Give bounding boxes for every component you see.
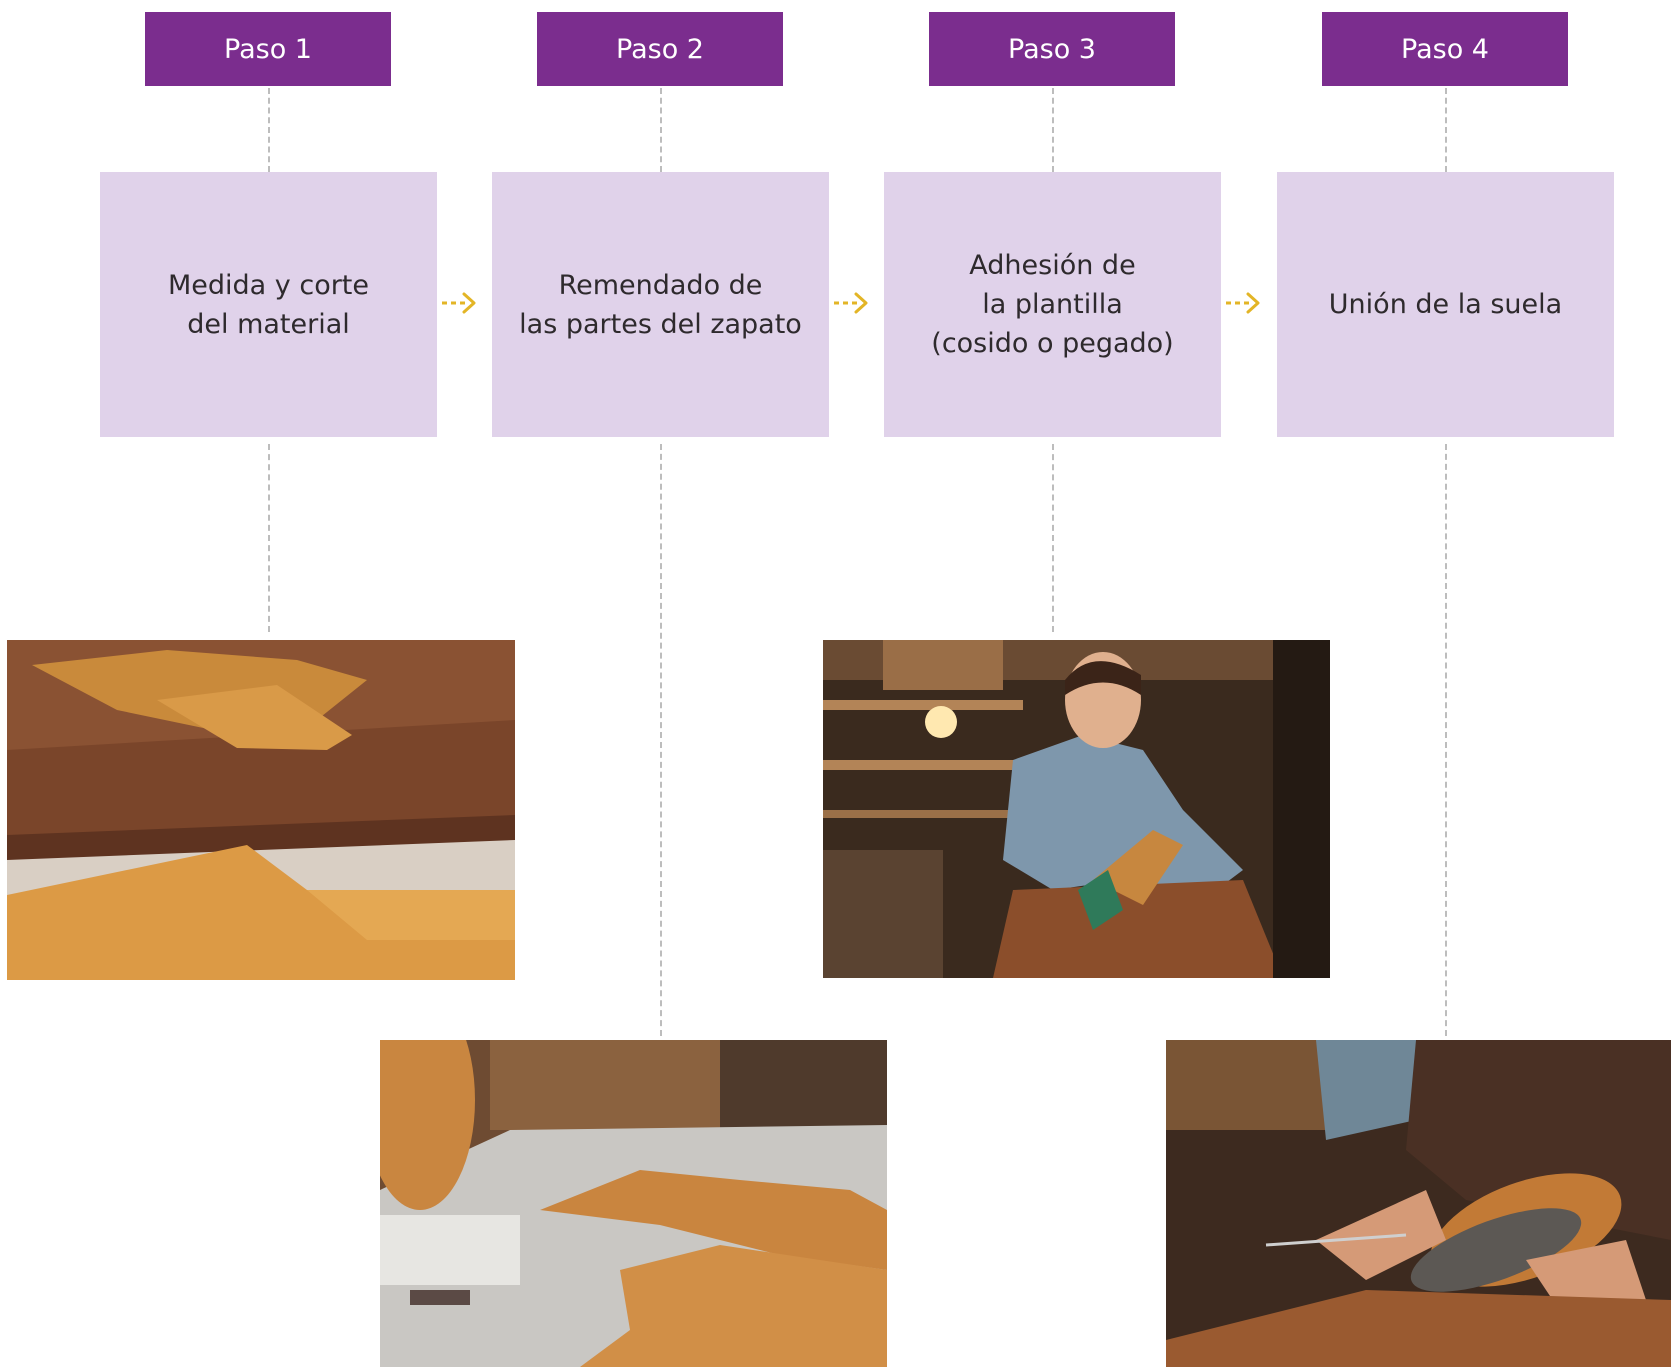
arrow-1-to-2-icon — [442, 292, 476, 314]
step-3-line-1: Adhesión de — [969, 250, 1136, 281]
step-2-line-2: las partes del zapato — [519, 308, 802, 340]
step-4-box: Unión de la suela — [1277, 172, 1614, 437]
step-3-photo — [823, 640, 1330, 978]
connector-header-4 — [1445, 88, 1447, 172]
step-3-line-2: la plantilla — [982, 289, 1123, 320]
step-1-photo — [7, 640, 515, 980]
step-1-header-label: Paso 1 — [224, 33, 312, 65]
step-2-photo — [380, 1040, 887, 1367]
step-3-box: Adhesión de la plantilla (cosido o pegad… — [884, 172, 1221, 437]
connector-header-1 — [268, 88, 270, 172]
connector-photo-4 — [1445, 444, 1447, 1036]
step-1-line-2: del material — [187, 308, 350, 340]
step-2-line-1: Remendado de — [558, 269, 763, 301]
connector-header-2 — [660, 88, 662, 172]
step-3-line-3: (cosido o pegado) — [931, 328, 1174, 359]
step-4-header-label: Paso 4 — [1401, 33, 1489, 65]
step-1-box: Medida y corte del material — [100, 172, 437, 437]
step-1-header: Paso 1 — [145, 12, 391, 86]
arrow-2-to-3-icon — [834, 292, 868, 314]
connector-photo-1 — [268, 444, 270, 632]
step-2-header: Paso 2 — [537, 12, 783, 86]
step-2-header-label: Paso 2 — [616, 33, 704, 65]
arrow-3-to-4-icon — [1226, 292, 1260, 314]
step-4-line-1: Unión de la suela — [1328, 289, 1563, 320]
step-3-header-label: Paso 3 — [1008, 33, 1096, 65]
step-4-header: Paso 4 — [1322, 12, 1568, 86]
step-1-line-1: Medida y corte — [167, 269, 370, 301]
connector-header-3 — [1052, 88, 1054, 172]
step-3-header: Paso 3 — [929, 12, 1175, 86]
step-4-photo — [1166, 1040, 1671, 1367]
connector-photo-2 — [660, 444, 662, 1036]
connector-photo-3 — [1052, 444, 1054, 632]
step-2-box: Remendado de las partes del zapato — [492, 172, 829, 437]
